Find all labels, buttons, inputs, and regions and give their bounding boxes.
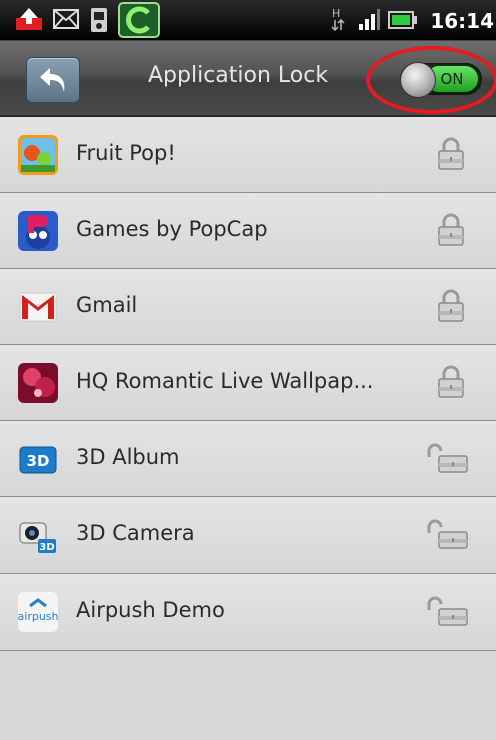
battery-icon [388, 11, 418, 33]
unlock-icon[interactable] [425, 443, 471, 479]
highlight-ring [366, 46, 496, 114]
unlock-icon[interactable] [425, 519, 471, 555]
lock-icon[interactable] [437, 365, 465, 403]
sd-card-icon [88, 6, 110, 38]
app-name: Games by PopCap [76, 217, 268, 241]
list-item[interactable]: airpush Airpush Demo [0, 574, 496, 651]
comodo-icon [118, 2, 160, 42]
3d-camera-icon: 3D [18, 515, 58, 555]
list-item[interactable]: Games by PopCap [0, 193, 496, 269]
page-title: Application Lock [148, 63, 329, 88]
gmail-icon [18, 287, 58, 327]
lock-icon[interactable] [437, 137, 465, 175]
app-name: Airpush Demo [76, 598, 225, 622]
airpush-icon: airpush [18, 592, 58, 632]
status-bar: H 16:14 [0, 0, 496, 41]
svg-text:3D: 3D [39, 542, 54, 553]
app-name: Fruit Pop! [76, 141, 176, 165]
popcap-icon [18, 211, 58, 251]
app-name: 3D Album [76, 445, 180, 469]
signal-icon [357, 8, 381, 36]
upload-alert-icon [14, 6, 44, 36]
app-name: HQ Romantic Live Wallpap... [76, 369, 374, 393]
data-arrows-icon: H [330, 6, 346, 36]
back-arrow-icon [40, 68, 65, 92]
list-item[interactable]: HQ Romantic Live Wallpap... [0, 345, 496, 421]
svg-text:airpush: airpush [18, 610, 58, 623]
svg-text:3D: 3D [27, 452, 50, 470]
svg-text:H: H [332, 7, 340, 20]
3d-album-icon: 3D [18, 439, 58, 479]
lock-icon[interactable] [437, 289, 465, 327]
fruit-pop-icon [18, 135, 58, 175]
list-item[interactable]: 3D 3D Album [0, 421, 496, 497]
lock-icon[interactable] [437, 213, 465, 251]
app-list: Fruit Pop! Games by PopCap Gmail HQ Roma… [0, 117, 496, 651]
status-clock: 16:14 [430, 9, 494, 33]
title-bar: Application Lock ON [0, 41, 496, 117]
app-name: Gmail [76, 293, 138, 317]
back-button[interactable] [26, 57, 80, 103]
app-name: 3D Camera [76, 521, 195, 545]
list-item[interactable]: Fruit Pop! [0, 117, 496, 193]
list-item[interactable]: Gmail [0, 269, 496, 345]
wallpaper-icon [18, 363, 58, 403]
unlock-icon[interactable] [425, 596, 471, 632]
mail-icon [53, 9, 79, 33]
list-item[interactable]: 3D 3D Camera [0, 497, 496, 574]
